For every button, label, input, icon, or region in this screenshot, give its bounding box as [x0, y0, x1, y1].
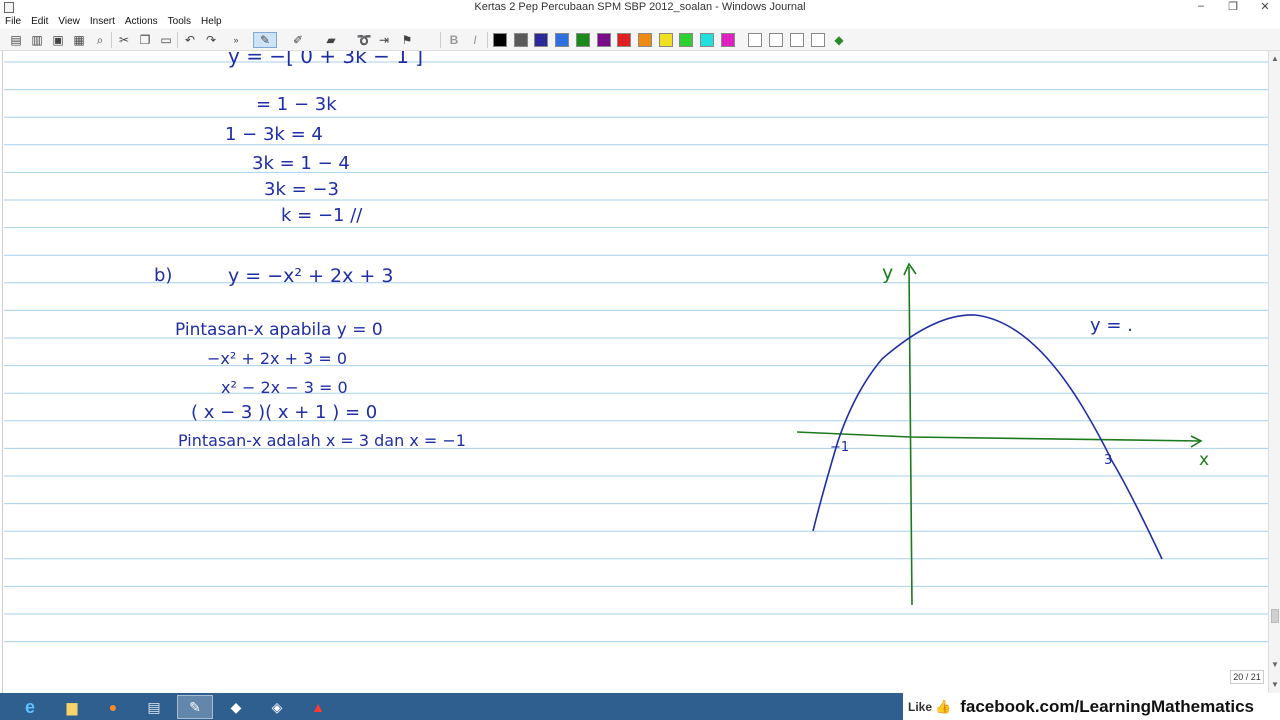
scroll-down-arrow[interactable]: ▼ — [1269, 679, 1280, 691]
menu-edit[interactable]: Edit — [31, 15, 53, 29]
flag-icon[interactable]: ⚑ — [399, 32, 415, 48]
menu-help[interactable]: Help — [201, 15, 227, 29]
print-icon[interactable]: ▦ — [71, 32, 87, 48]
part-a-line-3: 3k = 1 − 4 — [252, 153, 350, 174]
scroll-up-arrow[interactable]: ▲ — [1269, 53, 1280, 65]
color-swatch[interactable] — [658, 33, 673, 47]
scroll-thumb[interactable] — [1271, 609, 1279, 623]
app-icon[interactable]: ◆ — [218, 695, 254, 719]
note-canvas[interactable]: y = −[ 0 + 3k − 1 ] = 1 − 3k 1 − 3k = 4 … — [0, 51, 1268, 693]
part-b-conclusion: Pintasan-x adalah x = 3 dan x = −1 — [178, 431, 466, 450]
insert-space-icon[interactable]: ⇥ — [376, 32, 392, 48]
part-b-step-3: ( x − 3 )( x + 1 ) = 0 — [191, 402, 377, 423]
part-b-heading: Pintasan-x apabila y = 0 — [175, 320, 383, 340]
minimize-button[interactable]: ‒ — [1192, 0, 1210, 13]
part-b-equation: y = −x² + 2x + 3 — [228, 265, 393, 287]
copy-icon[interactable]: ❐ — [137, 32, 153, 48]
part-b-label: b) — [154, 265, 172, 286]
bold-button[interactable]: B — [446, 32, 462, 48]
y-axis-arrow — [903, 262, 917, 276]
part-a-line-2: 1 − 3k = 4 — [225, 124, 323, 145]
y-axis-label: y — [882, 262, 893, 284]
x-axis — [796, 431, 1201, 442]
color-swatch[interactable] — [617, 33, 632, 47]
y-axis — [908, 266, 913, 606]
color-swatch[interactable] — [555, 33, 570, 47]
menu-file[interactable]: File — [5, 15, 26, 29]
parabola-curve — [812, 314, 1163, 560]
firefox-icon[interactable]: ● — [95, 695, 131, 719]
color-swatch[interactable] — [700, 33, 714, 47]
color-swatch[interactable] — [513, 33, 528, 47]
scroll-down-arrow[interactable]: ▼ — [1269, 659, 1280, 671]
more-icon[interactable]: » — [228, 32, 244, 48]
root-right-label: 3 — [1104, 453, 1112, 468]
color-swatch-empty[interactable] — [790, 33, 804, 47]
menu-bar: File Edit View Insert Actions Tools Help — [0, 15, 1280, 29]
menu-insert[interactable]: Insert — [90, 15, 120, 29]
new-note-icon[interactable]: ▤ — [8, 32, 24, 48]
color-swatch-empty[interactable] — [811, 33, 825, 47]
taskbar: e ▆ ● ▤ ✎ ◆ ◈ ▲ Like 👍 facebook.com/Lear… — [0, 693, 1280, 720]
acrobat-icon[interactable]: ▲ — [300, 695, 336, 719]
redo-icon[interactable]: ↷ — [203, 32, 219, 48]
color-swatch-empty[interactable] — [769, 33, 783, 47]
color-swatch[interactable] — [679, 33, 694, 47]
part-a-top-line: y = −[ 0 + 3k − 1 ] — [228, 51, 423, 68]
facebook-banner: Like 👍 facebook.com/LearningMathematics — [903, 693, 1280, 720]
color-swatch[interactable] — [596, 33, 611, 47]
color-swatch[interactable] — [493, 33, 507, 47]
palette-icon[interactable]: ◆ — [831, 32, 847, 48]
app-icon[interactable]: ◈ — [259, 695, 295, 719]
color-swatch[interactable] — [720, 33, 735, 47]
part-b-step-2: x² − 2x − 3 = 0 — [221, 378, 348, 397]
sketch-graph: y x −1 3 y = . — [796, 262, 1209, 606]
thumbs-up-icon: 👍 — [935, 698, 952, 714]
undo-icon[interactable]: ↶ — [182, 32, 198, 48]
window-title: Kertas 2 Pep Percubaan SPM SBP 2012_soal… — [474, 1, 806, 13]
notepad-icon[interactable]: ▤ — [136, 695, 172, 719]
paste-icon[interactable]: ▭ — [158, 32, 174, 48]
find-icon[interactable]: ⌕ — [92, 32, 108, 48]
color-swatch[interactable] — [575, 33, 590, 47]
menu-tools[interactable]: Tools — [168, 15, 196, 29]
file-explorer-icon[interactable]: ▆ — [54, 695, 90, 719]
italic-button[interactable]: I — [467, 32, 483, 48]
pen-icon[interactable]: ✎ — [253, 32, 277, 48]
curve-label: y = . — [1090, 315, 1133, 336]
windows-journal-icon[interactable]: ✎ — [177, 695, 213, 719]
part-a-line-4: 3k = −3 — [264, 179, 339, 200]
x-axis-label: x — [1199, 450, 1209, 470]
menu-actions[interactable]: Actions — [125, 15, 163, 29]
vertical-scrollbar[interactable]: ▲ ▼ ▼ — [1268, 51, 1280, 693]
close-button[interactable]: ✕ — [1256, 0, 1274, 13]
page-indicator: 20 / 21 — [1230, 670, 1264, 684]
like-label[interactable]: Like — [908, 700, 932, 714]
menu-view[interactable]: View — [58, 15, 85, 29]
part-a-line-5: k = −1 // — [281, 205, 363, 226]
color-swatch-empty[interactable] — [748, 33, 762, 47]
eraser-icon[interactable]: ▰ — [323, 32, 339, 48]
new-page-icon[interactable]: ▥ — [29, 32, 45, 48]
facebook-url: facebook.com/LearningMathematics — [960, 696, 1255, 716]
maximize-button[interactable]: ❐ — [1224, 0, 1242, 13]
color-swatch[interactable] — [534, 33, 549, 47]
color-swatch[interactable] — [637, 33, 652, 47]
part-b-step-1: −x² + 2x + 3 = 0 — [207, 349, 347, 368]
title-bar: Kertas 2 Pep Percubaan SPM SBP 2012_soal… — [0, 0, 1280, 15]
part-a-line-1: = 1 − 3k — [256, 94, 337, 115]
save-icon[interactable]: ▣ — [50, 32, 66, 48]
handwriting-layer: y = −[ 0 + 3k − 1 ] = 1 − 3k 1 − 3k = 4 … — [154, 51, 1209, 606]
lasso-icon[interactable]: ➰ — [356, 32, 372, 48]
cut-icon[interactable]: ✂ — [116, 32, 132, 48]
highlighter-icon[interactable]: ✐ — [290, 32, 306, 48]
toolbar: ▤ ▥ ▣ ▦ ⌕ ✂ ❐ ▭ ↶ ↷ » ✎ ✐ ▰ ➰ ⇥ ⚑ B I ◆ — [0, 29, 1280, 51]
internet-explorer-icon[interactable]: e — [12, 695, 48, 719]
root-left-label: −1 — [830, 440, 849, 455]
